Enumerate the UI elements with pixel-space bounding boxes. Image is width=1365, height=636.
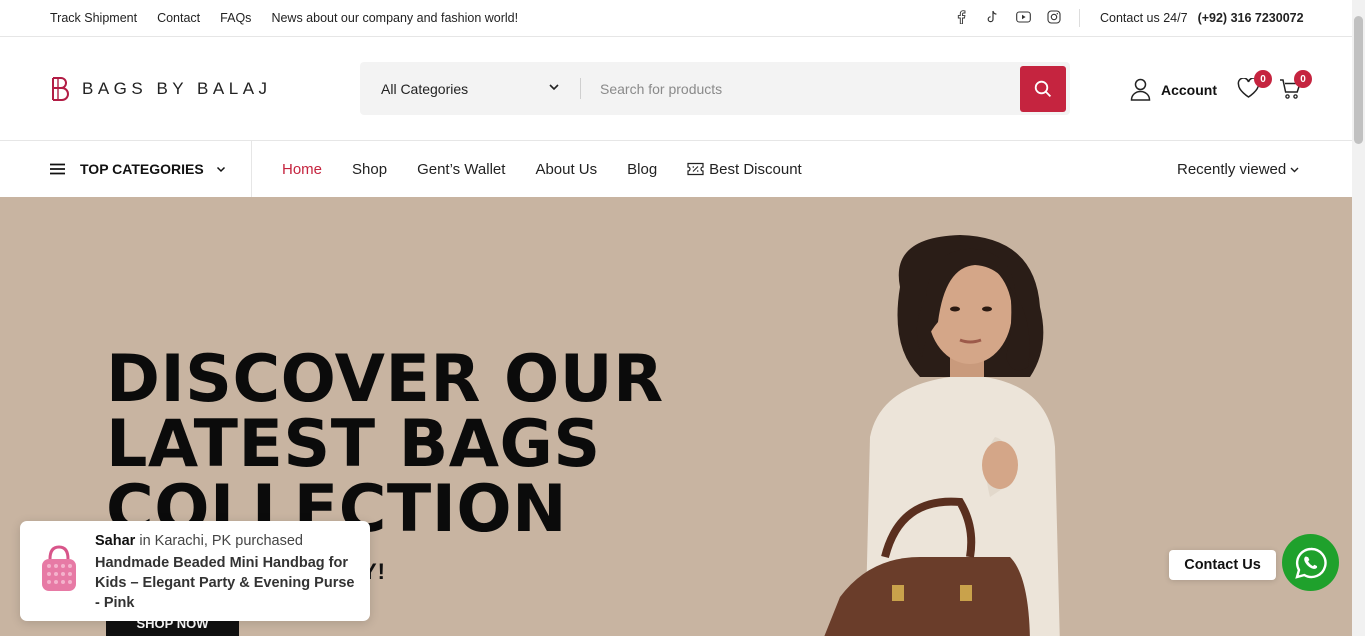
social-links <box>953 9 1062 25</box>
whatsapp-icon <box>1294 547 1327 579</box>
model-image <box>824 235 1060 636</box>
contact-label: Contact us 24/7 <box>1100 11 1188 25</box>
hero-title-line: LATEST BAGS <box>106 407 601 482</box>
youtube-icon[interactable] <box>1015 9 1031 25</box>
top-links: Track Shipment Contact FAQs News about o… <box>50 0 518 36</box>
top-categories-label: TOP CATEGORIES <box>80 161 204 177</box>
purchased-product-name[interactable]: Handmade Beaded Mini Handbag for Kids – … <box>95 553 360 613</box>
phone-number[interactable]: (+92) 316 7230072 <box>1198 11 1304 25</box>
whatsapp-button[interactable] <box>1282 534 1339 591</box>
instagram-icon[interactable] <box>1046 9 1062 25</box>
search-input[interactable] <box>600 76 1000 101</box>
news-link[interactable]: News about our company and fashion world… <box>271 11 518 25</box>
user-icon <box>1130 78 1151 101</box>
wishlist-count-badge: 0 <box>1254 70 1272 88</box>
logo-mark-icon <box>52 77 69 101</box>
search-divider <box>580 78 581 99</box>
search-button[interactable] <box>1020 66 1066 112</box>
nav-home[interactable]: Home <box>282 161 322 178</box>
facebook-icon[interactable] <box>953 9 969 25</box>
recently-viewed-dropdown[interactable]: Recently viewed <box>1177 141 1299 197</box>
search-bar: All Categories <box>360 62 1070 115</box>
coupon-icon <box>687 162 704 176</box>
wishlist-button[interactable]: 0 <box>1237 70 1272 104</box>
contact-info: Contact us 24/7 (+92) 316 7230072 <box>1100 0 1304 36</box>
menu: Home Shop Gent’s Wallet About Us Blog Be… <box>282 141 802 197</box>
main-nav: TOP CATEGORIES Home Shop Gent’s Wallet A… <box>0 141 1352 197</box>
nav-about-us[interactable]: About Us <box>535 161 597 178</box>
top-categories-button[interactable]: TOP CATEGORIES <box>50 141 226 197</box>
recent-purchase-popup[interactable]: Sahar in Karachi, PK purchased Handmade … <box>20 521 370 621</box>
tiktok-icon[interactable] <box>984 9 1000 25</box>
cart-button[interactable]: 0 <box>1279 70 1312 105</box>
top-bar: Track Shipment Contact FAQs News about o… <box>0 0 1352 37</box>
chevron-down-icon <box>1290 167 1299 172</box>
product-thumbnail <box>42 545 76 591</box>
buyer-name: Sahar <box>95 533 136 549</box>
logo-text: BAGS BY BALAJ <box>82 79 272 98</box>
nav-shop[interactable]: Shop <box>352 161 387 178</box>
hero-title: DISCOVER OUR LATEST BAGS COLLECTION <box>106 347 666 542</box>
hero-title-line: DISCOVER OUR <box>106 342 664 417</box>
account-link[interactable]: Account <box>1130 78 1217 101</box>
best-discount-label: Best Discount <box>709 160 802 178</box>
whatsapp-contact-label[interactable]: Contact Us <box>1169 550 1276 580</box>
contact-link[interactable]: Contact <box>157 11 200 25</box>
nav-blog[interactable]: Blog <box>627 161 657 178</box>
menu-icon <box>50 163 65 175</box>
header: BAGS BY BALAJ All Categories Account 0 0 <box>0 37 1352 141</box>
nav-gents-wallet[interactable]: Gent’s Wallet <box>417 161 505 178</box>
divider <box>251 141 252 197</box>
buyer-info: Sahar in Karachi, PK purchased <box>95 533 303 549</box>
cart-count-badge: 0 <box>1294 70 1312 88</box>
nav-best-discount[interactable]: Best Discount <box>687 161 802 178</box>
scrollbar-thumb[interactable] <box>1354 16 1363 144</box>
divider <box>1079 9 1080 27</box>
page-scrollbar[interactable] <box>1352 0 1365 636</box>
faqs-link[interactable]: FAQs <box>220 11 251 25</box>
search-icon <box>1034 80 1052 98</box>
chevron-down-icon <box>216 166 225 173</box>
recently-viewed-label: Recently viewed <box>1177 160 1287 178</box>
category-select[interactable]: All Categories <box>381 62 468 115</box>
buyer-location: in Karachi, PK purchased <box>139 533 303 549</box>
account-label: Account <box>1161 81 1217 98</box>
chevron-down-icon[interactable] <box>548 81 560 93</box>
track-shipment-link[interactable]: Track Shipment <box>50 11 137 25</box>
logo[interactable]: BAGS BY BALAJ <box>50 76 272 102</box>
